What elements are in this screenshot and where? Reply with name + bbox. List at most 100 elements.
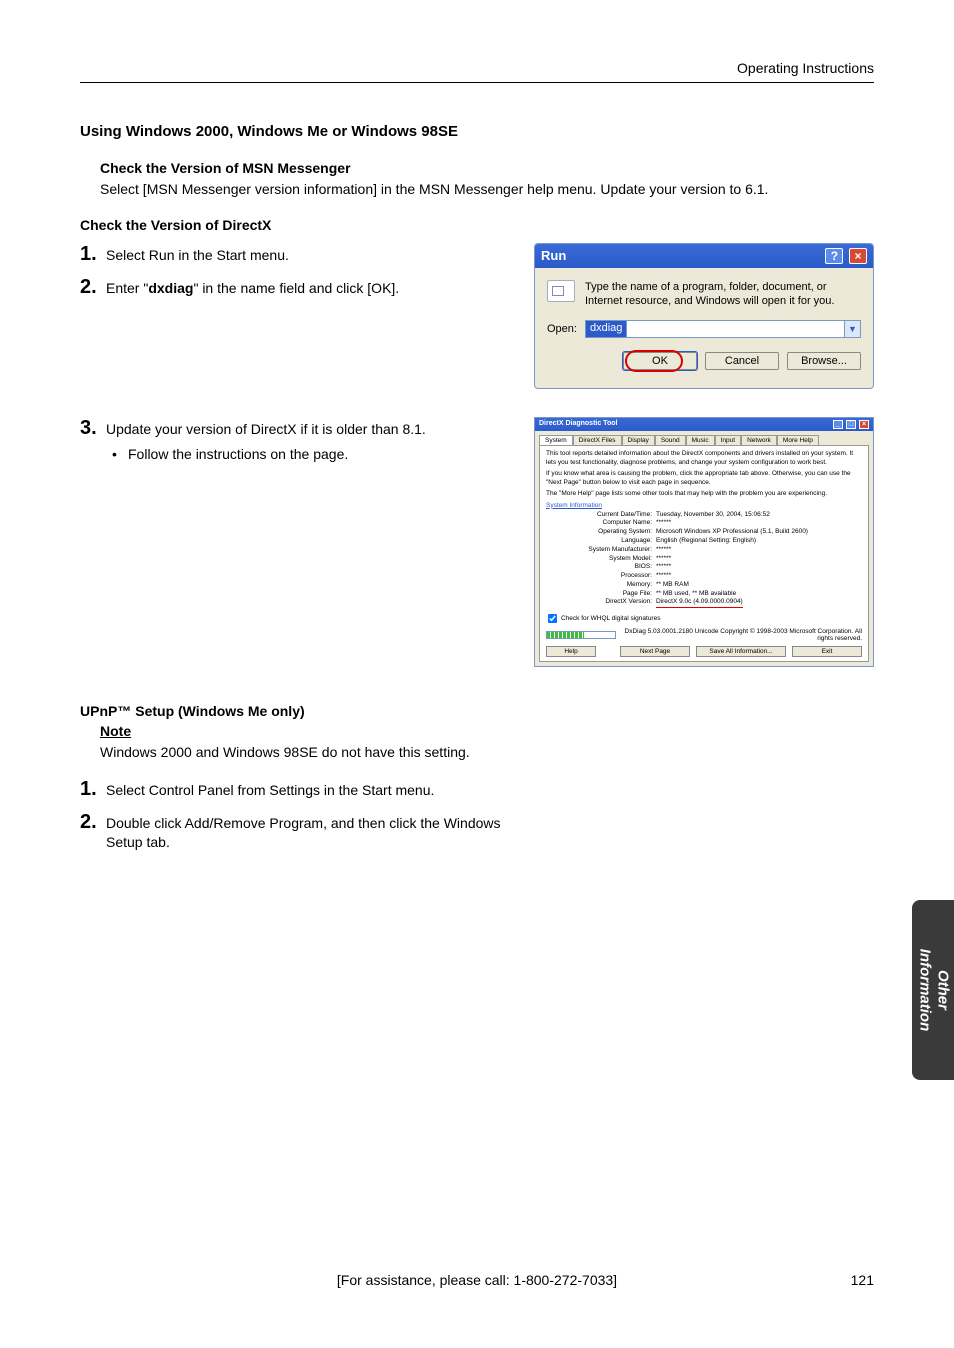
chevron-down-icon[interactable]: ▼	[845, 320, 861, 338]
run-title: Run	[541, 248, 566, 263]
dxdiag-tabs: System DirectX Files Display Sound Music…	[539, 435, 869, 445]
run-desc: Type the name of a program, folder, docu…	[585, 280, 861, 309]
step-number: 2.	[80, 276, 106, 299]
bullet-icon: •	[112, 445, 128, 464]
dx-save-button[interactable]: Save All Information...	[696, 646, 786, 657]
dx-kv-row: Current Date/Time:Tuesday, November 30, …	[546, 511, 862, 520]
step-number: 2.	[80, 811, 106, 834]
progress-bar	[546, 631, 616, 639]
step-number: 1.	[80, 243, 106, 266]
step-number: 3.	[80, 417, 106, 440]
whql-label: Check for WHQL digital signatures	[561, 615, 660, 622]
dx-help-button[interactable]: Help	[546, 646, 596, 657]
dx-kv-val: ** MB RAM	[656, 581, 689, 590]
close-icon[interactable]: ×	[859, 420, 869, 429]
page-header: Operating Instructions	[80, 60, 874, 83]
step-3-bullet: Follow the instructions on the page.	[128, 445, 348, 464]
dx-intro1: This tool reports detailed information a…	[546, 450, 862, 467]
dx-kv-row: Operating System:Microsoft Windows XP Pr…	[546, 528, 862, 537]
heading-main: Using Windows 2000, Windows Me or Window…	[80, 123, 874, 140]
dx-kv-row: System Manufacturer:******	[546, 546, 862, 555]
dx-kv-val: ******	[656, 555, 671, 564]
dx-kv-row: DirectX Version:DirectX 9.0c (4.09.0000.…	[546, 598, 862, 608]
dx-kv-row: BIOS:******	[546, 563, 862, 572]
dx-kv-val: ******	[656, 572, 671, 581]
dx-kv-val: DirectX 9.0c (4.09.0000.0904)	[656, 598, 743, 608]
dx-head: Check the Version of DirectX	[80, 217, 874, 233]
dxdiag-title: DirectX Diagnostic Tool	[539, 420, 617, 429]
open-combobox[interactable]: dxdiag ▼	[585, 320, 861, 338]
dx-kv-key: Current Date/Time:	[546, 511, 656, 520]
dx-kv-key: Computer Name:	[546, 519, 656, 528]
open-value[interactable]: dxdiag	[585, 320, 626, 338]
upnp-head: UPnP™ Setup (Windows Me only)	[80, 703, 874, 719]
tab-input[interactable]: Input	[715, 435, 741, 445]
dx-exit-button[interactable]: Exit	[792, 646, 862, 657]
msn-body: Select [MSN Messenger version informatio…	[100, 180, 874, 199]
dx-copyright: DxDiag 5.03.0001.2180 Unicode Copyright …	[622, 628, 862, 642]
dx-kv-val: Tuesday, November 30, 2004, 15:06:52	[656, 511, 770, 520]
tab-display[interactable]: Display	[622, 435, 655, 445]
dx-kv-val: ******	[656, 563, 671, 572]
note-label: Note	[100, 723, 874, 739]
help-icon[interactable]: ?	[825, 248, 843, 264]
side-tab: Other Information	[912, 900, 954, 1080]
dx-kv-val: ******	[656, 519, 671, 528]
step2-pre: Enter "	[106, 280, 148, 296]
step2-post: " in the name field and click [OK].	[193, 280, 399, 296]
dx-kv-row: Language:English (Regional Setting: Engl…	[546, 537, 862, 546]
dx-intro3: The "More Help" page lists some other to…	[546, 490, 862, 498]
highlight-circle	[625, 350, 683, 372]
dx-kv-val: Microsoft Windows XP Professional (5.1, …	[656, 528, 808, 537]
side-tab-line2: Information	[916, 949, 933, 1032]
tab-network[interactable]: Network	[741, 435, 777, 445]
dx-kv-key: BIOS:	[546, 563, 656, 572]
maximize-icon[interactable]: □	[846, 420, 856, 429]
tab-sound[interactable]: Sound	[655, 435, 686, 445]
dx-kv-key: Page File:	[546, 590, 656, 599]
step-number: 1.	[80, 778, 106, 801]
step2-cmd: dxdiag	[148, 280, 193, 296]
upnp-step2: Double click Add/Remove Program, and the…	[106, 811, 518, 852]
browse-button[interactable]: Browse...	[787, 352, 861, 370]
run-app-icon	[547, 280, 575, 302]
close-icon[interactable]: ×	[849, 248, 867, 264]
side-tab-line1: Other	[934, 970, 951, 1010]
tab-system[interactable]: System	[539, 435, 573, 445]
dx-kv-key: Language:	[546, 537, 656, 546]
dx-kv-key: Memory:	[546, 581, 656, 590]
dx-next-button[interactable]: Next Page	[620, 646, 690, 657]
open-input[interactable]	[626, 320, 845, 338]
dx-kv-row: Page File:** MB used, ** MB available	[546, 590, 862, 599]
dx-kv-key: Operating System:	[546, 528, 656, 537]
note-body: Windows 2000 and Windows 98SE do not hav…	[100, 743, 874, 762]
footer-assist: [For assistance, please call: 1-800-272-…	[337, 1272, 617, 1288]
dx-kv-row: Computer Name:******	[546, 519, 862, 528]
dx-kv-key: System Model:	[546, 555, 656, 564]
page-number: 121	[851, 1272, 874, 1288]
minimize-icon[interactable]: _	[833, 420, 843, 429]
dx-kv-row: Processor:******	[546, 572, 862, 581]
dx-kv-key: System Manufacturer:	[546, 546, 656, 555]
step-1-text: Select Run in the Start menu.	[106, 243, 518, 265]
run-dialog: Run ? × Type the name of a program, fold…	[534, 243, 874, 390]
dx-sys-head: System Information	[546, 502, 862, 509]
cancel-button[interactable]: Cancel	[705, 352, 779, 370]
whql-checkbox[interactable]	[548, 614, 557, 623]
dx-kv-key: Processor:	[546, 572, 656, 581]
dx-intro2: If you know what area is causing the pro…	[546, 470, 862, 487]
dx-kv-val: ** MB used, ** MB available	[656, 590, 736, 599]
dxdiag-dialog: DirectX Diagnostic Tool _ □ × System Dir…	[534, 417, 874, 667]
dx-kv-val: English (Regional Setting: English)	[656, 537, 756, 546]
dx-kv-row: System Model:******	[546, 555, 862, 564]
upnp-step1: Select Control Panel from Settings in th…	[106, 778, 518, 800]
dx-kv-row: Memory:** MB RAM	[546, 581, 862, 590]
step-3-text: Update your version of DirectX if it is …	[106, 420, 518, 439]
tab-dxfiles[interactable]: DirectX Files	[573, 435, 622, 445]
tab-morehelp[interactable]: More Help	[777, 435, 819, 445]
step-2-text: Enter "dxdiag" in the name field and cli…	[106, 276, 518, 298]
open-label: Open:	[547, 323, 577, 335]
dx-kv-val: ******	[656, 546, 671, 555]
tab-music[interactable]: Music	[686, 435, 715, 445]
msn-head: Check the Version of MSN Messenger	[100, 160, 874, 176]
